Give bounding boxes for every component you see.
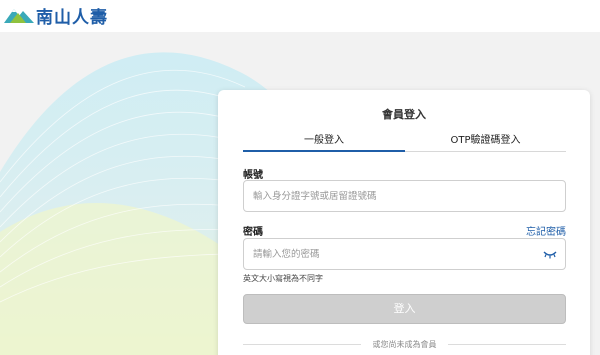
login-button[interactable]: 登入 <box>243 294 566 324</box>
divider-line-right <box>448 344 566 345</box>
account-input[interactable] <box>243 180 566 212</box>
eye-closed-icon[interactable] <box>543 249 557 259</box>
login-card: 會員登入 一般登入 OTP驗證碼登入 帳號 密碼 忘記密碼 英文大小寫視為不同字… <box>218 90 590 355</box>
tab-otp-login[interactable]: OTP驗證碼登入 <box>405 130 566 152</box>
top-header: 南山人壽 <box>0 0 600 32</box>
mountain-logo-icon <box>4 9 34 23</box>
password-input[interactable] <box>243 238 566 270</box>
member-divider: 或您尚未成為會員 <box>243 339 566 349</box>
tab-general-login[interactable]: 一般登入 <box>243 130 405 152</box>
forgot-password-link[interactable]: 忘記密碼 <box>518 223 566 238</box>
divider-line-left <box>243 344 361 345</box>
case-sensitive-hint: 英文大小寫視為不同字 <box>243 274 323 283</box>
divider-text: 或您尚未成為會員 <box>372 340 437 349</box>
login-tabs: 一般登入 OTP驗證碼登入 <box>243 130 566 152</box>
account-label: 帳號 <box>243 170 263 181</box>
login-title: 會員登入 <box>382 108 426 121</box>
password-label: 密碼 <box>243 227 263 238</box>
brand-logo[interactable]: 南山人壽 <box>4 4 108 28</box>
brand-name: 南山人壽 <box>36 7 108 28</box>
